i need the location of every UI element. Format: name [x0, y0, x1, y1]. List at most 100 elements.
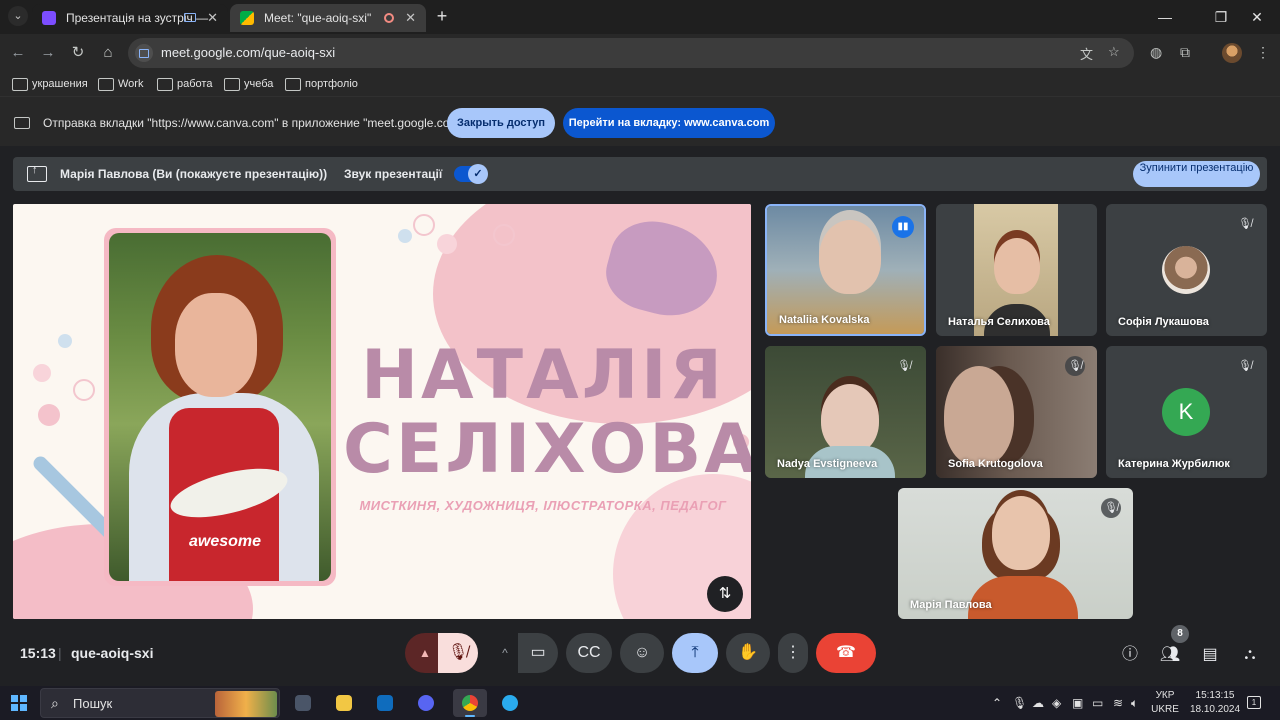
notification-icon[interactable]: 1 [1247, 696, 1261, 709]
translate-icon[interactable]: 文 [1080, 44, 1093, 63]
sharing-message: Отправка вкладки "https://www.canva.com"… [43, 116, 474, 130]
tray-overflow-icon[interactable]: ⌃ [992, 686, 1002, 720]
decor-dot [58, 334, 72, 348]
captions-button[interactable]: CC [566, 633, 612, 673]
participant-name: Софія Лукашова [1118, 316, 1209, 328]
goto-tab-button[interactable]: Перейти на вкладку: www.canva.com [563, 108, 775, 138]
bookmark-folder[interactable]: учеба [224, 72, 273, 96]
participant-name: Nadya Evstigneeva [777, 458, 878, 470]
wifi-icon[interactable]: ≋ [1113, 686, 1123, 720]
speaking-indicator-icon: ▮▮ [892, 216, 914, 238]
microphone-off-button[interactable]: 🎙︎̸ [438, 633, 478, 673]
tab-sharing-infobar: Отправка вкладки "https://www.canva.com"… [0, 96, 1280, 146]
close-tab-icon[interactable]: ✕ [207, 4, 218, 32]
chat-icon[interactable]: ▤ [1198, 643, 1222, 667]
participant-tile[interactable]: 🎙︎̸ Nadya Evstigneeva [765, 346, 926, 478]
tab-search-dropdown[interactable]: ⌄ [8, 6, 28, 26]
search-icon: ⌕ [51, 695, 59, 711]
browser-toolbar: ← → ↻ ⌂ meet.google.com/que-aoiq-sxi 文 ☆… [0, 34, 1280, 72]
canva-favicon-icon [42, 11, 56, 25]
present-button[interactable]: ⤒ [672, 633, 718, 673]
reload-icon[interactable]: ↻ [68, 43, 88, 63]
participant-name: Марія Павлова [910, 599, 992, 611]
url-text: meet.google.com/que-aoiq-sxi [161, 45, 336, 60]
activities-icon[interactable]: ⛬ [1238, 643, 1262, 667]
battery-icon[interactable]: ▭ [1092, 686, 1103, 720]
swap-layout-button[interactable]: ⇅ [707, 576, 743, 612]
more-options-button[interactable]: ⋮ [778, 633, 808, 673]
leave-call-button[interactable]: ☎ [816, 633, 876, 673]
volume-icon[interactable]: 🔈︎ [1131, 686, 1138, 720]
camera-button[interactable]: ▭ [518, 633, 558, 673]
microphone-tray-icon[interactable]: 🎙︎ [1012, 686, 1027, 720]
presenter-label: Марія Павлова (Ви (покажуєте презентацію… [60, 167, 328, 181]
new-tab-button[interactable]: + [432, 6, 452, 26]
decor-dot [493, 224, 515, 246]
slide-title-last: СЕЛІХОВА [343, 410, 751, 489]
bookmark-folder[interactable]: работа [157, 72, 212, 96]
back-icon[interactable]: ← [8, 43, 28, 63]
keyboard-layout: UKRE [1151, 704, 1179, 715]
tab-title: Meet: "que-aoiq-sxi" [264, 11, 372, 25]
participant-tile[interactable]: K 🎙︎̸ Катерина Журбилюк [1106, 346, 1267, 478]
bookmark-folder[interactable]: Work [98, 72, 143, 96]
language-code: УКР [1155, 690, 1175, 701]
windows-start-icon[interactable] [11, 695, 27, 711]
profile-avatar[interactable] [1222, 43, 1242, 63]
bookmark-folder[interactable]: портфоліо [285, 72, 358, 96]
slide-subtitle: МИСТКИНЯ, ХУДОЖНИЦЯ, ІЛЮСТРАТОРКА, ПЕДАГ… [359, 498, 727, 513]
presentation-sound-toggle[interactable]: ✓ [454, 164, 488, 184]
forward-icon[interactable]: → [38, 43, 58, 63]
home-icon[interactable]: ⌂ [98, 43, 118, 63]
outlook-icon[interactable] [371, 689, 399, 717]
extension-globe-icon[interactable]: ◍ [1150, 44, 1162, 61]
screen-share-icon [14, 117, 30, 129]
tab-presentation[interactable]: Презентація на зустріч — ✕ [32, 4, 228, 32]
participant-tile[interactable]: Наталья Селихова [936, 204, 1097, 336]
clock-time: 15:13:15 [1195, 690, 1235, 701]
raise-hand-button[interactable]: ✋ [726, 633, 770, 673]
close-access-button[interactable]: Закрыть доступ [447, 108, 555, 138]
decor-dot [33, 364, 51, 382]
system-clock[interactable]: 15:13:15 18.10.2024 [1184, 689, 1246, 717]
reactions-button[interactable]: ☺ [620, 633, 664, 673]
calculator-icon[interactable] [289, 689, 317, 717]
onedrive-icon[interactable]: ☁ [1032, 686, 1044, 720]
decor-dot [73, 379, 95, 401]
apron-text: awesome [189, 533, 262, 550]
taskbar-search[interactable]: ⌕ Пошук [40, 688, 280, 718]
meeting-info-icon[interactable]: ⓘ [1118, 643, 1142, 667]
telegram-icon[interactable] [496, 689, 524, 717]
close-tab-icon[interactable]: ✕ [405, 4, 416, 32]
sharing-icon [184, 13, 196, 22]
discord-icon[interactable] [412, 689, 440, 717]
bookmark-star-icon[interactable]: ☆ [1108, 44, 1120, 60]
participant-avatar: K [1162, 388, 1210, 436]
close-window-button[interactable]: ✕ [1234, 0, 1280, 34]
participant-tile[interactable]: 🎙︎̸ Марія Павлова [898, 488, 1133, 619]
participant-name: Катерина Журбилюк [1118, 458, 1230, 470]
bookmarks-bar: украшения Work работа учеба портфоліо [0, 72, 1280, 96]
menu-icon[interactable]: ⋮ [1256, 44, 1270, 61]
site-info-icon[interactable] [135, 44, 153, 62]
participant-tile[interactable]: ▮▮ Nataliia Kovalska [765, 204, 926, 336]
bookmark-folder[interactable]: украшения [12, 72, 88, 96]
tab-meet[interactable]: Meet: "que-aoiq-sxi" ✕ [230, 4, 426, 32]
participant-tile[interactable]: 🎙︎̸ Sofia Krutogolova [936, 346, 1097, 478]
app-tray-icon[interactable]: ◈ [1052, 686, 1061, 720]
mic-off-icon: 🎙︎̸ [1238, 360, 1252, 372]
extensions-icon[interactable]: ⧉ [1180, 44, 1190, 61]
minimize-button[interactable]: — [1142, 0, 1188, 34]
people-icon[interactable]: 👥︎ [1158, 643, 1182, 667]
address-bar[interactable]: meet.google.com/que-aoiq-sxi 文 ☆ [128, 38, 1134, 68]
participant-tile[interactable]: 🎙︎̸ Софія Лукашова [1106, 204, 1267, 336]
file-explorer-icon[interactable] [330, 689, 358, 717]
language-indicator[interactable]: УКР UKRE [1150, 689, 1180, 717]
presenter-photo: awesome [109, 233, 331, 581]
slide-title-first: НАТАЛІЯ [361, 336, 725, 415]
app-tray-icon[interactable]: ▣ [1072, 686, 1083, 720]
video-settings-chevron-icon[interactable]: ^ [494, 633, 516, 673]
chrome-icon[interactable] [453, 689, 487, 717]
recording-icon [384, 13, 394, 23]
stop-presentation-button[interactable]: Зупинити презентацію [1133, 161, 1260, 187]
